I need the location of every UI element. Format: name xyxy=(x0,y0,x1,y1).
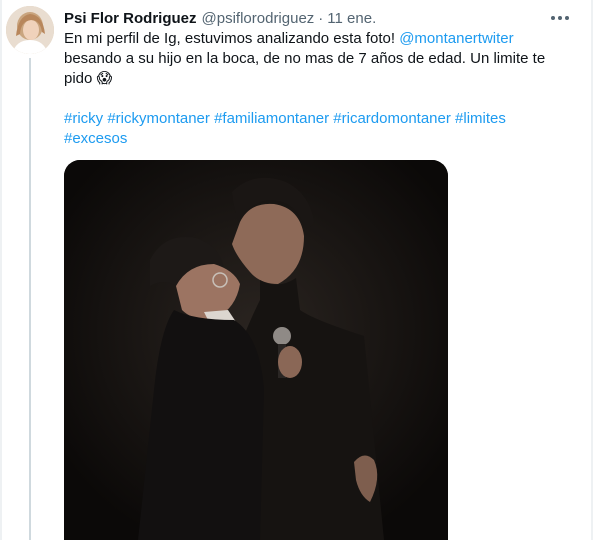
scream-emoji-icon: 😱 xyxy=(96,70,113,87)
hashtag-link[interactable]: #excesos xyxy=(64,130,127,147)
tweet-text-part1: En mi perfil de Ig, estuvimos analizando… xyxy=(64,30,400,47)
avatar[interactable] xyxy=(6,6,54,54)
avatar-image xyxy=(6,6,54,54)
more-options-icon[interactable] xyxy=(548,8,572,28)
hashtag-link[interactable]: #familiamontaner xyxy=(214,110,329,127)
hashtag-list: #ricky #rickymontaner #familiamontaner #… xyxy=(64,109,564,149)
hashtag-link[interactable]: #ricky xyxy=(64,110,103,127)
separator-dot: · xyxy=(318,9,324,27)
tweet-text-part2: besando a su hijo en la boca, de no mas … xyxy=(64,50,546,87)
tweet-text: En mi perfil de Ig, estuvimos analizando… xyxy=(64,29,564,89)
frame-border-left xyxy=(0,0,2,540)
tweet-date[interactable]: 11 ene. xyxy=(327,10,376,27)
tweet-photo[interactable] xyxy=(64,160,448,540)
thread-line xyxy=(29,58,31,540)
tweet-header: Psi Flor Rodriguez @psiflorodriguez · 11… xyxy=(64,7,376,29)
author-name[interactable]: Psi Flor Rodriguez xyxy=(64,10,197,27)
photo-illustration xyxy=(64,160,448,540)
mention-link[interactable]: @montanertwiter xyxy=(399,30,513,47)
hashtag-link[interactable]: #rickymontaner xyxy=(107,110,210,127)
more-dots-glyph xyxy=(551,16,569,20)
hashtag-link[interactable]: #limites xyxy=(455,110,506,127)
hashtag-link[interactable]: #ricardomontaner xyxy=(333,110,451,127)
author-handle[interactable]: @psiflorodriguez xyxy=(202,10,315,27)
